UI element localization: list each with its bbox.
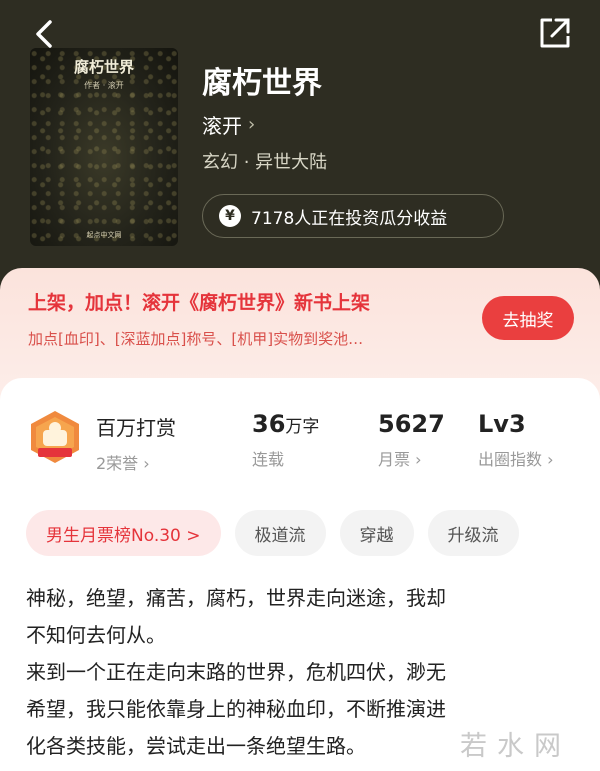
book-title: 腐朽世界 [202, 66, 322, 101]
tag-item[interactable]: 穿越 [339, 510, 414, 556]
lottery-button[interactable]: 去抽奖 [482, 296, 574, 340]
cover-publisher: 起点中文网 [86, 231, 122, 239]
share-button[interactable] [534, 14, 574, 54]
yen-coin-icon: ¥ [219, 205, 241, 227]
watermark: 若水网 [460, 731, 571, 762]
back-button[interactable] [28, 16, 64, 52]
stat-monthly-tickets[interactable]: 5627 月票 › [378, 410, 445, 470]
author-name: 滚开 [202, 114, 242, 138]
tag-item[interactable]: 升级流 [427, 510, 519, 556]
synopsis-line: 希望，我只能依靠身上的神秘血印，不断推演进 [26, 697, 446, 721]
award-name[interactable]: 百万打赏 [96, 412, 176, 441]
chevron-left-icon [36, 20, 52, 48]
chevron-right-icon: › [248, 114, 256, 135]
book-header: 腐朽世界 作者 · 滚开 起点中文网 腐朽世界 滚开 › 玄幻 · 异世大陆 ¥… [0, 0, 600, 300]
cover-title: 腐朽世界 [73, 58, 134, 76]
invest-text: 7178人正在投资瓜分收益 [251, 208, 448, 229]
book-info-panel: 百万打赏 2荣誉 › 36万字 连载 5627 月票 › Lv3 出圈指数 › … [0, 378, 600, 771]
share-icon [540, 18, 570, 48]
cover-author: 作者 · 滚开 [84, 81, 124, 90]
stat-tickets-label: 月票 [378, 450, 411, 469]
stat-level-label: 出圈指数 [478, 450, 543, 469]
author-link[interactable]: 滚开 › [202, 110, 255, 139]
synopsis-line: 不知何去何从。 [26, 623, 166, 647]
award-honors[interactable]: 2荣誉 › [96, 450, 150, 474]
stat-words-value: 36 [252, 410, 286, 438]
tag-rank[interactable]: 男生月票榜No.30 > [26, 510, 221, 556]
tag-list: 男生月票榜No.30 > 极道流 穿越 升级流 [26, 510, 519, 556]
invest-button[interactable]: ¥ 7178人正在投资瓜分收益 [202, 194, 504, 238]
stat-words: 36万字 连载 [252, 410, 319, 470]
stat-tickets-value: 5627 [378, 410, 445, 438]
synopsis-line: 神秘，绝望，痛苦，腐朽，世界走向迷途，我却 [26, 586, 446, 610]
stat-words-unit: 万字 [285, 417, 320, 437]
award-badge-icon[interactable] [26, 408, 84, 466]
synopsis-line: 来到一个正在走向末路的世界，危机四伏，渺无 [26, 660, 446, 684]
stat-level-value: Lv3 [478, 410, 526, 438]
promo-title: 上架，加点！滚开《腐朽世界》新书上架 [28, 292, 371, 314]
book-cover[interactable]: 腐朽世界 作者 · 滚开 起点中文网 [30, 48, 178, 246]
award-honors-label: 2荣誉 [96, 454, 139, 473]
tag-item[interactable]: 极道流 [234, 510, 326, 556]
book-genre: 玄幻 · 异世大陆 [202, 152, 328, 173]
promo-subtitle: 加点[血印]、[深蓝加点]称号、[机甲]实物到奖池… [28, 330, 364, 348]
stat-words-label: 连载 [252, 450, 285, 469]
stat-level[interactable]: Lv3 出圈指数 › [478, 410, 554, 470]
